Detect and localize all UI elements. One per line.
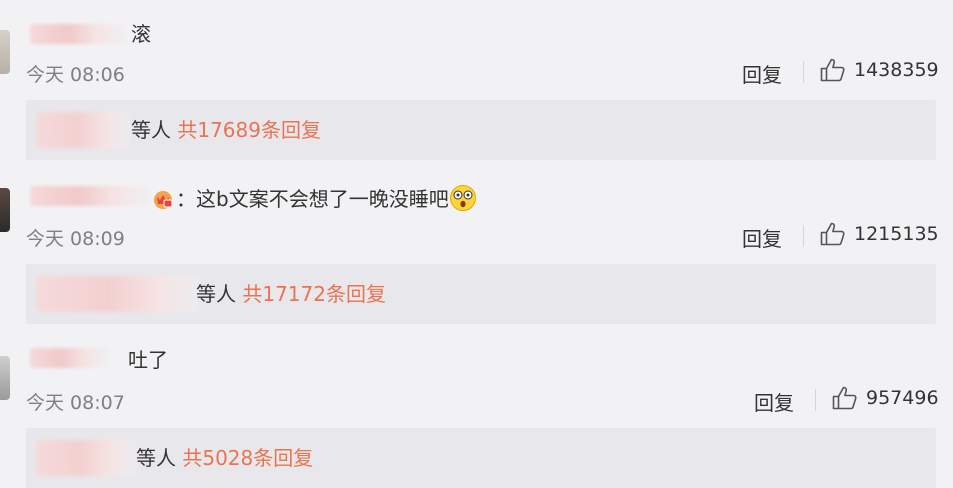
comment-text: ：这b文案不会想了一晚没睡吧 — [176, 187, 449, 211]
reply-avatars — [36, 276, 200, 312]
like-count: 1215135 — [854, 223, 939, 245]
comment-text: 滚 — [131, 22, 151, 46]
replies-count-link[interactable]: 共5028条回复 — [182, 446, 313, 470]
sub-replies-summary: 等人 共17172条回复 — [196, 280, 386, 308]
like-button[interactable]: 957496 — [832, 386, 939, 410]
comment-text-row: ：这b文案不会想了一晚没睡吧 — [152, 184, 477, 213]
sub-replies-box: 等人 共5028条回复 — [26, 428, 936, 488]
thumbs-up-icon — [832, 386, 857, 410]
avatar[interactable] — [0, 356, 10, 400]
username[interactable] — [30, 186, 150, 206]
crown-badge-icon — [154, 191, 173, 209]
reply-button[interactable]: 回复 — [742, 223, 782, 252]
divider — [803, 225, 804, 247]
reply-avatars — [36, 440, 136, 476]
reply-avatars — [36, 112, 130, 148]
divider — [815, 389, 816, 411]
replies-count-link[interactable]: 共17689条回复 — [177, 118, 321, 142]
sub-replies-summary: 等人 共17689条回复 — [131, 116, 321, 144]
divider — [803, 61, 804, 83]
comment-time: 今天 08:09 — [26, 228, 125, 250]
sub-replies-box: 等人 共17172条回复 — [26, 264, 936, 324]
sub-replies-summary: 等人 共5028条回复 — [136, 444, 313, 472]
like-count: 1438359 — [854, 59, 939, 81]
replies-suffix: 等人 — [136, 446, 176, 470]
replies-suffix: 等人 — [131, 118, 171, 142]
comment-time: 今天 08:06 — [26, 64, 125, 86]
thumbs-up-icon — [820, 222, 845, 246]
sub-replies-box: 等人 共17689条回复 — [26, 100, 936, 160]
reply-button[interactable]: 回复 — [742, 59, 782, 88]
like-button[interactable]: 1438359 — [820, 58, 939, 82]
thumbs-up-icon — [820, 58, 845, 82]
like-button[interactable]: 1215135 — [820, 222, 939, 246]
comment-text: 吐了 — [128, 348, 168, 372]
comment-time: 今天 08:07 — [26, 392, 125, 414]
username[interactable] — [30, 348, 108, 368]
avatar[interactable] — [0, 30, 10, 74]
avatar[interactable] — [0, 188, 10, 232]
replies-count-link[interactable]: 共17172条回复 — [242, 282, 386, 306]
replies-suffix: 等人 — [196, 282, 236, 306]
shocked-face-emoji — [449, 185, 476, 211]
like-count: 957496 — [866, 387, 939, 409]
username[interactable] — [30, 24, 125, 44]
reply-button[interactable]: 回复 — [754, 387, 794, 416]
